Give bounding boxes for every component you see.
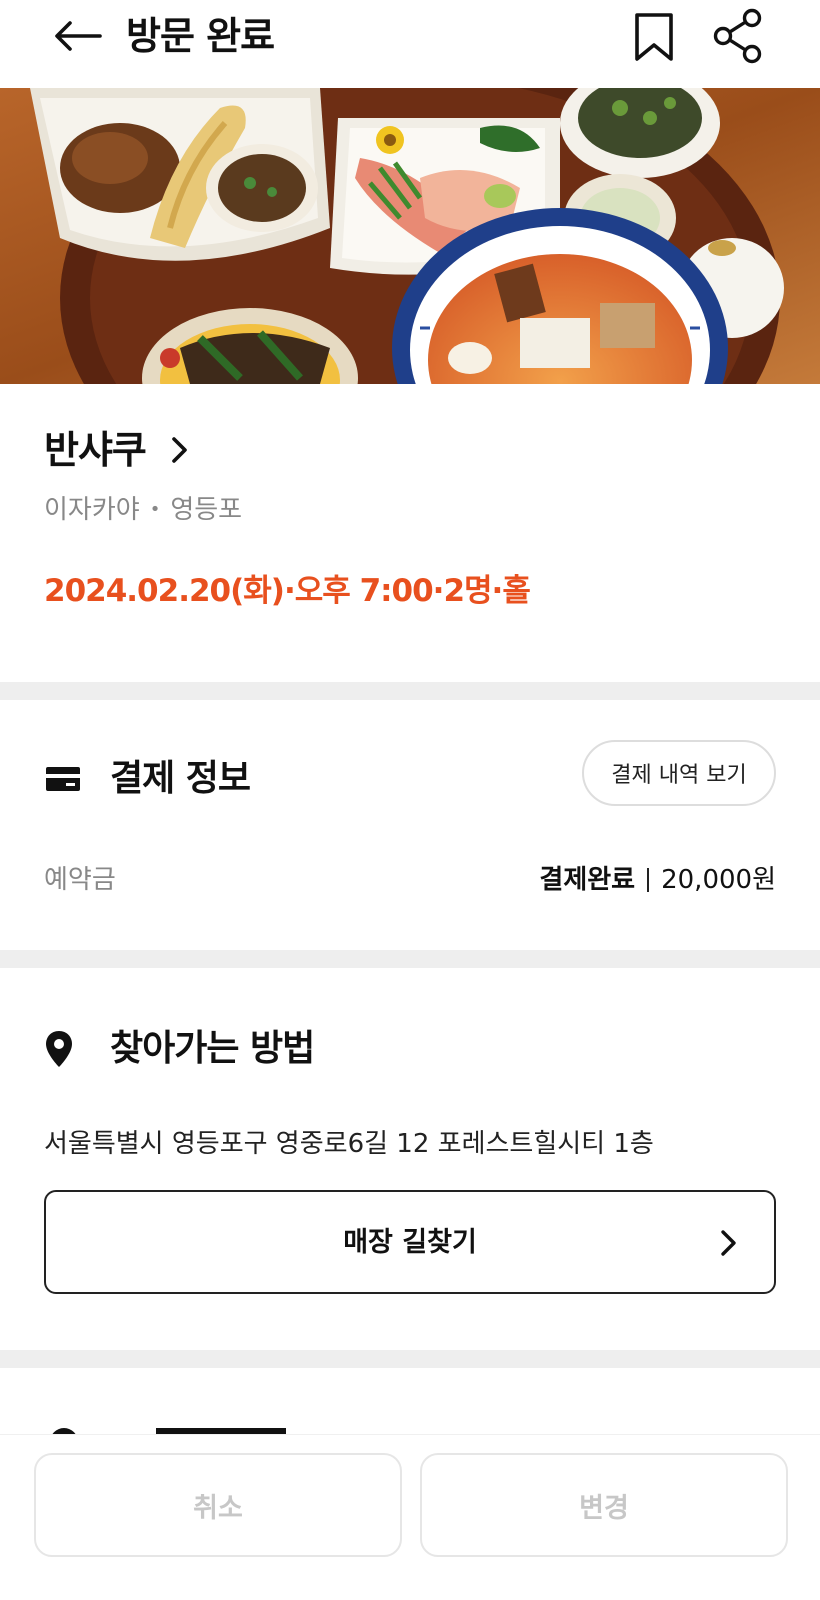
bookmark-button[interactable] — [626, 8, 682, 66]
meta-separator-dot: • — [149, 499, 161, 520]
directions-section-title: 찾아가는 방법 — [110, 1028, 315, 1069]
directions-section-header: 찾아가는 방법 — [44, 1024, 315, 1074]
back-button[interactable] — [50, 14, 106, 58]
payment-status: 결제완료 — [539, 865, 636, 895]
store-directions-button[interactable]: 매장 길찾기 — [44, 1190, 776, 1294]
restaurant-name-link[interactable]: 반샤쿠 — [44, 424, 194, 476]
payment-history-button[interactable]: 결제 내역 보기 — [582, 740, 776, 806]
value-separator — [647, 868, 650, 892]
share-button[interactable] — [708, 6, 768, 66]
restaurant-meta: 이자카야 • 영등포 — [44, 490, 242, 530]
payment-section-header: 결제 정보 — [44, 754, 251, 804]
restaurant-address: 서울특별시 영등포구 영중로6길 12 포레스트힐시티 1층 — [44, 1129, 654, 1159]
payment-section-title: 결제 정보 — [110, 758, 251, 799]
app-header: 방문 완료 — [0, 0, 820, 88]
share-icon — [713, 8, 762, 64]
restaurant-category: 이자카야 — [44, 495, 140, 525]
deposit-amount: 20,000원 — [661, 865, 776, 895]
restaurant-name: 반샤쿠 — [44, 428, 147, 472]
restaurant-photo[interactable] — [0, 88, 820, 384]
chevron-right-icon — [721, 1230, 736, 1256]
section-divider — [0, 682, 820, 700]
card-icon — [44, 759, 84, 799]
change-button[interactable]: 변경 — [420, 1453, 788, 1557]
cancel-button[interactable]: 취소 — [34, 1453, 402, 1557]
section-divider — [0, 950, 820, 968]
bookmark-icon — [635, 13, 673, 61]
directions-button-label: 매장 길찾기 — [343, 1227, 477, 1258]
location-pin-icon — [44, 1029, 84, 1069]
restaurant-area: 영등포 — [170, 495, 243, 525]
section-divider — [0, 1350, 820, 1368]
deposit-label: 예약금 — [44, 865, 116, 895]
booking-summary: 2024.02.20(화)·오후 7:00·2명·홀 — [44, 573, 531, 609]
back-arrow-icon — [55, 21, 102, 51]
deposit-value: 결제완료 20,000원 — [539, 860, 776, 900]
page-title: 방문 완료 — [126, 14, 275, 58]
chevron-right-icon — [170, 435, 194, 465]
bottom-action-bar: 취소 변경 — [0, 1434, 820, 1600]
food-photo-illustration — [0, 88, 820, 384]
